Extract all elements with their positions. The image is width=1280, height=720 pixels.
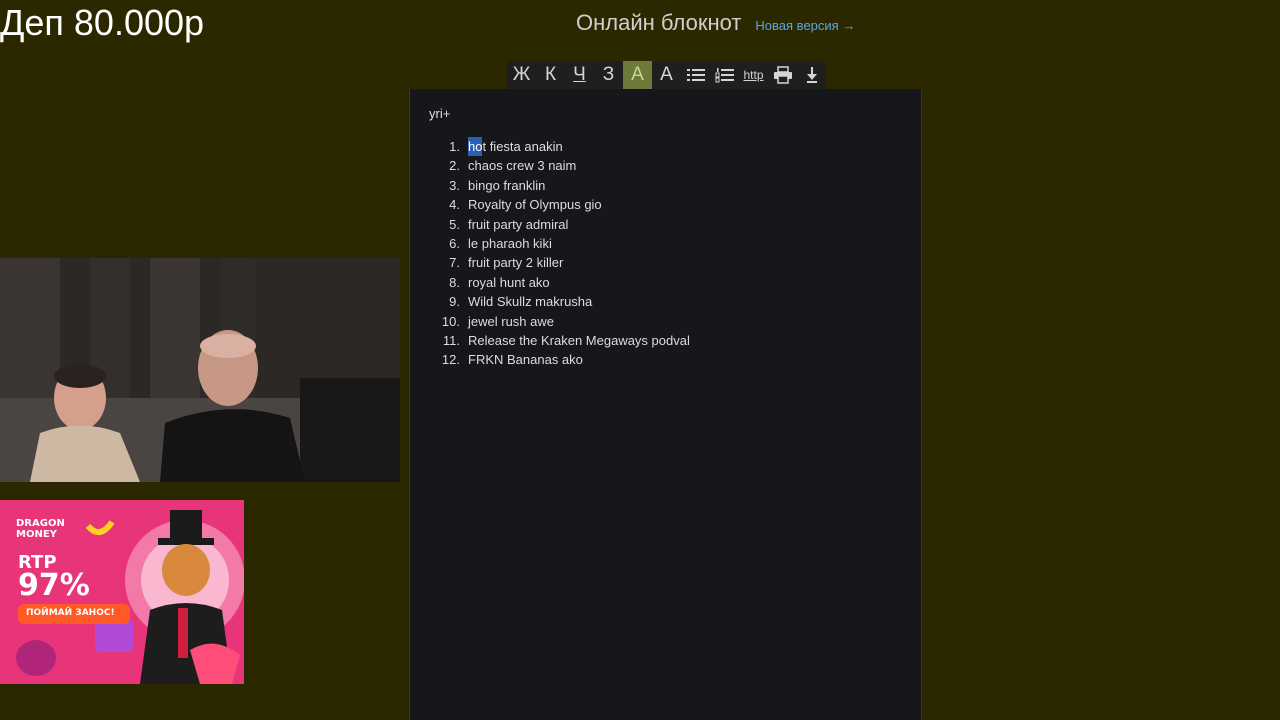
list-item: 11. Release the Kraken Megaways podval (430, 331, 690, 350)
link-icon: http (743, 68, 764, 82)
item-text: Wild Skullz makrusha (468, 294, 593, 310)
promo-brand-line2: MONEY (16, 529, 57, 540)
item-text: FRKN Bananas ako (468, 352, 583, 368)
selected-text: ho (468, 137, 483, 157)
item-number: 2. (449, 158, 460, 174)
list-item: 10. jewel rush awe (430, 312, 690, 331)
italic-icon: К (544, 64, 557, 85)
bullet-list-button[interactable] (681, 61, 710, 89)
bullet-list-icon (686, 69, 705, 81)
bold-icon: Ж (512, 64, 531, 85)
document-heading: yri+ (429, 106, 451, 121)
item-text: fruit party admiral (468, 216, 569, 232)
item-text: fruit party 2 killer (468, 255, 564, 271)
promo-rtp-value: 97% (18, 568, 90, 603)
deposit-overlay-text: Деп 80.000р (0, 2, 205, 43)
list-item: 9. Wild Skullz makrusha (430, 292, 690, 311)
item-number: 5. (449, 216, 460, 232)
item-number: 12. (441, 352, 460, 368)
highlight-button[interactable]: A (623, 61, 652, 89)
underline-icon: Ч (573, 64, 586, 85)
item-text: le pharaoh kiki (468, 235, 552, 251)
numbered-list-icon (715, 68, 734, 83)
item-number: 10. (441, 313, 460, 329)
link-button[interactable]: http (739, 61, 768, 89)
list-item: 4. Royalty of Olympus gio (430, 195, 690, 214)
promo-banner[interactable]: DRAGON MONEY RTP 97% ПОЙМАЙ ЗАНОС! (0, 500, 244, 684)
item-number: 3. (449, 177, 460, 193)
list-item: 3. bingo franklin (430, 176, 690, 195)
list-item: 12. FRKN Bananas ako (430, 350, 690, 369)
webcam-feed (0, 258, 400, 482)
item-text: t fiesta anakin (482, 139, 563, 154)
font-color-button[interactable]: A (652, 61, 681, 89)
print-icon (773, 66, 792, 84)
list-item: 2. chaos crew 3 naim (430, 156, 690, 175)
list-item: 7. fruit party 2 killer (430, 253, 690, 272)
item-number: 9. (449, 294, 460, 310)
notepad-editor[interactable]: yri+ 1. ho t fiesta anakin 2. chaos crew 3 … (409, 89, 922, 720)
webcam-image (0, 258, 400, 482)
item-number: 6. (449, 235, 460, 251)
download-button[interactable] (797, 61, 826, 89)
item-number: 8. (449, 274, 460, 290)
download-icon (806, 67, 817, 83)
item-text: chaos crew 3 naim (468, 158, 577, 174)
item-text: Release the Kraken Megaways podval (468, 332, 690, 348)
item-number: 4. (449, 197, 460, 213)
promo-brand-line1: DRAGON (16, 518, 65, 529)
list-item: 8. royal hunt ako (430, 273, 690, 292)
document-list: 1. ho t fiesta anakin 2. chaos crew 3 naim … (430, 137, 690, 370)
list-item: 6. le pharaoh kiki (430, 234, 690, 253)
item-text: jewel rush awe (468, 313, 554, 329)
strikethrough-icon: З (602, 64, 615, 85)
list-item: 1. ho t fiesta anakin (430, 137, 690, 157)
font-color-icon: A (660, 64, 673, 85)
bold-button[interactable]: Ж (507, 61, 536, 89)
format-toolbar: Ж К Ч З A A http (507, 61, 826, 89)
list-item: 5. fruit party admiral (430, 215, 690, 234)
item-number: 1. (449, 139, 460, 154)
page-header: Онлайн блокнот Новая версия → (576, 10, 855, 36)
promo-cta: ПОЙМАЙ ЗАНОС! (26, 608, 115, 618)
item-text: royal hunt ako (468, 274, 550, 290)
underline-button[interactable]: Ч (565, 61, 594, 89)
highlight-icon: A (631, 64, 644, 85)
app-title: Онлайн блокнот (576, 10, 742, 35)
item-text: bingo franklin (468, 177, 546, 193)
strikethrough-button[interactable]: З (594, 61, 623, 89)
item-number: 11. (442, 332, 460, 348)
item-text: Royalty of Olympus gio (468, 197, 602, 213)
new-version-link[interactable]: Новая версия → (755, 18, 855, 33)
numbered-list-button[interactable] (710, 61, 739, 89)
italic-button[interactable]: К (536, 61, 565, 89)
item-number: 7. (449, 255, 460, 271)
print-button[interactable] (768, 61, 797, 89)
